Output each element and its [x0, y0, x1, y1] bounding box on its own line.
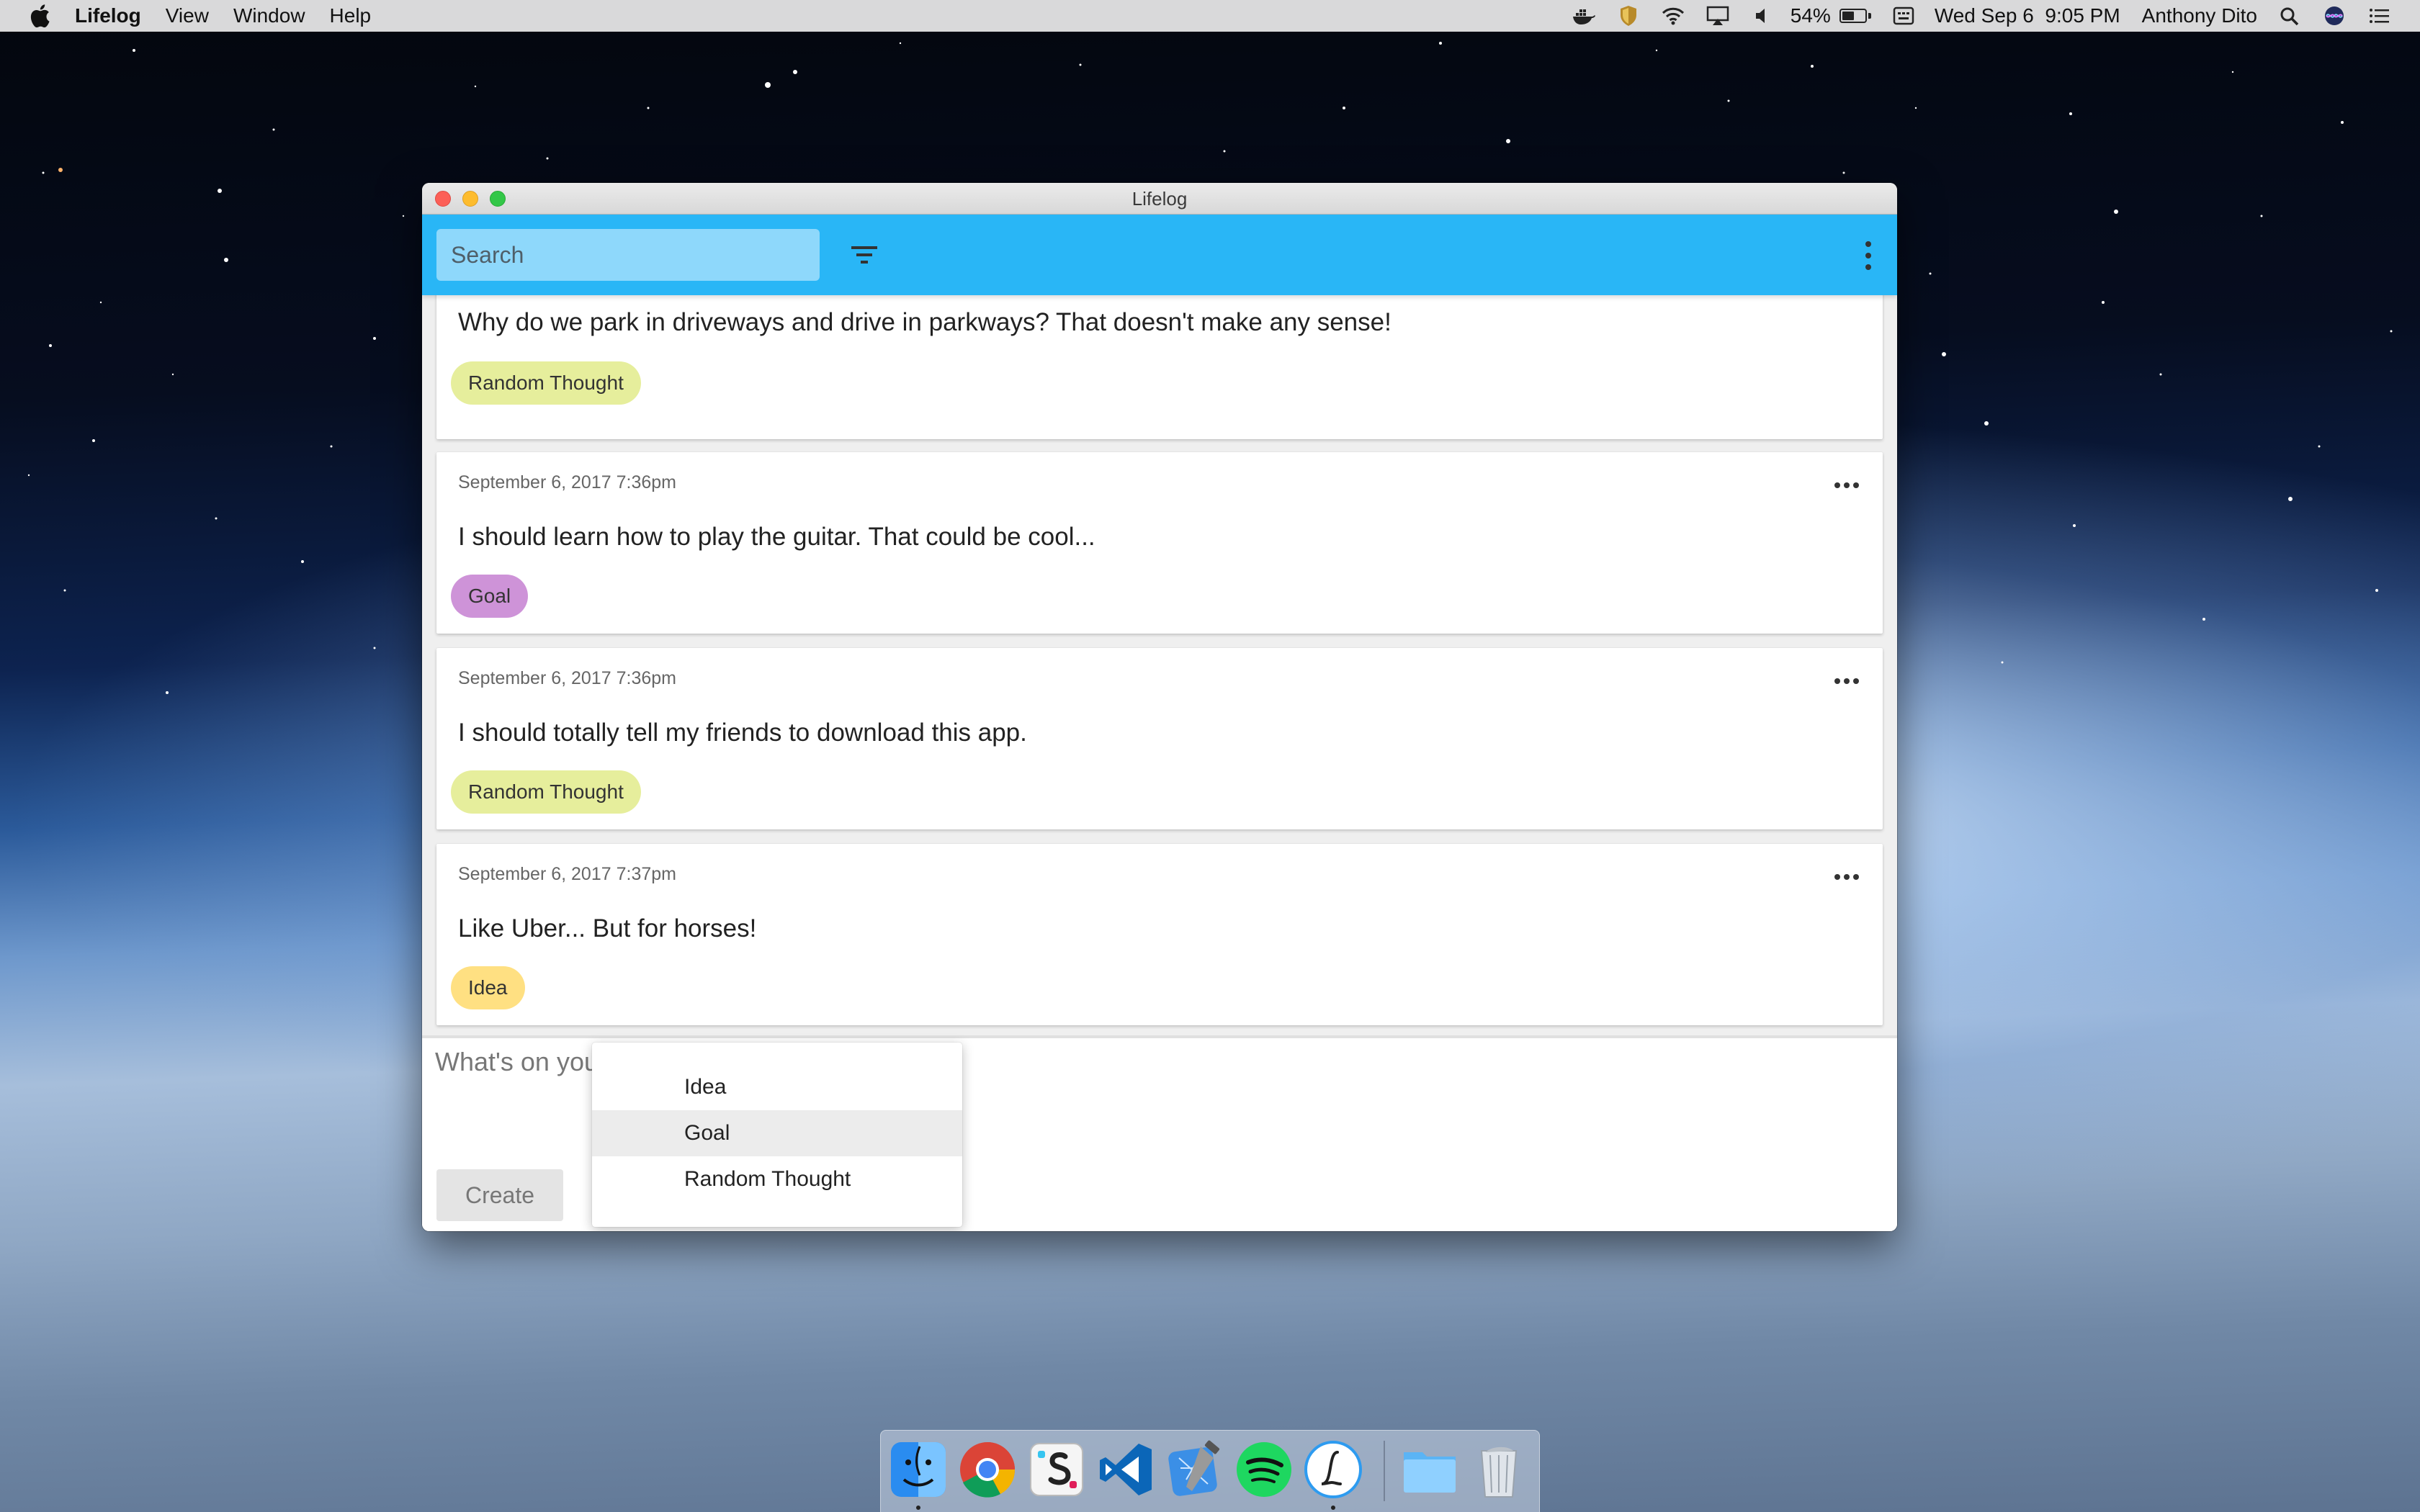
entry-tag-chip[interactable]: Idea: [451, 966, 525, 1009]
create-button[interactable]: Create: [436, 1169, 563, 1221]
entry-card: September 6, 2017 7:36pm I should totall…: [436, 648, 1883, 829]
entry-text: Like Uber... But for horses!: [458, 914, 757, 942]
trash-icon[interactable]: [1469, 1439, 1529, 1500]
more-horiz-icon[interactable]: [1834, 481, 1860, 490]
chrome-icon[interactable]: [957, 1439, 1018, 1500]
shield-icon[interactable]: [1616, 5, 1641, 27]
tag-option-goal[interactable]: Goal: [592, 1110, 962, 1156]
notification-center-icon[interactable]: [2367, 5, 2391, 27]
entry-tag-chip[interactable]: Random Thought: [451, 770, 641, 814]
battery-level: [1842, 12, 1854, 20]
menu-user-name[interactable]: Anthony Dito: [2142, 4, 2257, 27]
battery-icon[interactable]: [1839, 9, 1871, 23]
entry-card: Why do we park in driveways and drive in…: [436, 295, 1883, 439]
menu-view[interactable]: View: [166, 4, 209, 27]
entry-card: September 6, 2017 7:36pm I should learn …: [436, 452, 1883, 634]
entry-date: September 6, 2017 7:36pm: [458, 472, 676, 492]
app-toolbar: [422, 215, 1897, 295]
window-titlebar[interactable]: Lifelog: [422, 183, 1897, 215]
vscode-icon[interactable]: [1095, 1439, 1156, 1500]
xcode-icon[interactable]: [1165, 1439, 1225, 1500]
spotify-icon[interactable]: [1234, 1439, 1294, 1500]
window-title: Lifelog: [1131, 188, 1188, 210]
more-vert-icon[interactable]: [1861, 240, 1876, 271]
keyboard-icon[interactable]: [1891, 5, 1916, 27]
menu-window[interactable]: Window: [233, 4, 305, 27]
battery-percent: 54%: [1790, 4, 1831, 27]
slack-icon[interactable]: [1026, 1439, 1087, 1500]
menu-app-name[interactable]: Lifelog: [75, 4, 141, 27]
wifi-icon[interactable]: [1661, 5, 1685, 27]
menu-clock[interactable]: Wed Sep 6 9:05 PM: [1935, 4, 2120, 27]
spotlight-icon[interactable]: [2277, 5, 2302, 27]
tag-option-random-thought[interactable]: Random Thought: [592, 1156, 962, 1202]
more-horiz-icon[interactable]: [1834, 873, 1860, 881]
tag-option-idea[interactable]: Idea: [592, 1064, 962, 1110]
entry-tag-chip[interactable]: Goal: [451, 575, 529, 618]
entry-text: I should totally tell my friends to down…: [458, 719, 1027, 747]
entry-text: Why do we park in driveways and drive in…: [458, 308, 1392, 336]
downloads-folder-icon[interactable]: [1399, 1439, 1460, 1500]
entry-tag-chip[interactable]: Random Thought: [451, 361, 641, 405]
dock-running-indicator: [1331, 1506, 1335, 1510]
search-input[interactable]: [436, 229, 820, 281]
lifelog-icon[interactable]: [1303, 1439, 1363, 1500]
siri-icon[interactable]: [2322, 5, 2347, 27]
dock-running-indicator: [916, 1506, 920, 1510]
tag-select-menu: Idea Goal Random Thought: [592, 1043, 962, 1227]
entry-card: September 6, 2017 7:37pm Like Uber... Bu…: [436, 844, 1883, 1025]
lifelog-window: Lifelog Why do we park in driveways and …: [422, 183, 1897, 1231]
entry-text: I should learn how to play the guitar. T…: [458, 523, 1095, 551]
entry-date: September 6, 2017 7:37pm: [458, 864, 676, 884]
filter-icon[interactable]: [848, 240, 880, 269]
menu-bar: Lifelog View Window Help 54% Wed Sep 6 9…: [0, 0, 2420, 32]
apple-menu-icon[interactable]: [29, 4, 50, 28]
more-horiz-icon[interactable]: [1834, 677, 1860, 685]
dock-separator: [1384, 1441, 1385, 1501]
entry-date: September 6, 2017 7:36pm: [458, 668, 676, 688]
docker-icon[interactable]: [1572, 5, 1596, 27]
airplay-icon[interactable]: [1706, 5, 1730, 27]
volume-icon[interactable]: [1750, 5, 1775, 27]
menu-help[interactable]: Help: [330, 4, 372, 27]
dock: [880, 1430, 1540, 1512]
finder-icon[interactable]: [888, 1439, 949, 1500]
